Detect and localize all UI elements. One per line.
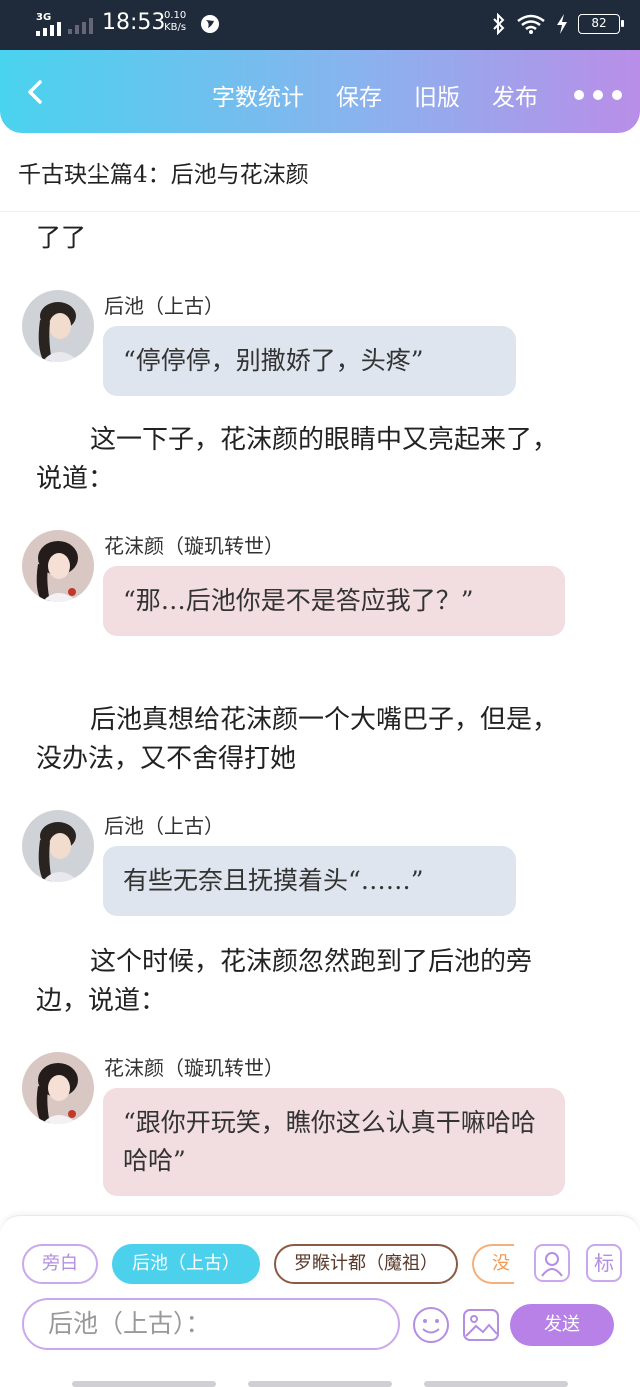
role-chip-narrator[interactable]: 旁白 bbox=[22, 1244, 98, 1284]
vpn-globe-icon bbox=[201, 15, 219, 33]
dialogue-item[interactable]: 花沫颜（璇玑转世） “跟你开玩笑，瞧你这么认真干嘛哈哈哈哈” bbox=[0, 1052, 640, 1202]
charging-icon bbox=[557, 14, 567, 34]
save-button[interactable]: 保存 bbox=[336, 78, 382, 112]
huamoyan-avatar bbox=[22, 530, 94, 602]
top-nav: 字数统计 保存 旧版 发布 bbox=[0, 50, 640, 133]
speaker-name: 后池（上古） bbox=[104, 814, 224, 838]
cut-off-text-fragments bbox=[110, 212, 510, 216]
bluetooth-icon bbox=[493, 13, 505, 35]
dialogue-bubble: 有些无奈且抚摸着头“……” bbox=[103, 846, 516, 916]
back-arrow-icon[interactable] bbox=[20, 76, 52, 108]
old-version-button[interactable]: 旧版 bbox=[414, 78, 460, 112]
clock: 18:53 bbox=[102, 10, 166, 35]
narration-text: 这一下子，花沫颜的眼睛中又亮起来了，说道： bbox=[36, 425, 559, 494]
dialogue-item[interactable]: 花沫颜（璇玑转世） “那…后池你是不是答应我了？” bbox=[0, 530, 640, 678]
speaker-name: 后池（上古） bbox=[104, 294, 224, 318]
dialogue-item[interactable]: 后池（上古） “停停停，别撒娇了，头疼” bbox=[0, 290, 640, 400]
speed-value: 0.10 bbox=[164, 10, 187, 21]
huamoyan-avatar bbox=[22, 1052, 94, 1124]
status-right: 82 bbox=[492, 13, 624, 35]
word-count-button[interactable]: 字数统计 bbox=[212, 78, 304, 112]
nav-gesture-bar[interactable] bbox=[248, 1381, 392, 1387]
status-bar: 3G 18:53 0.10 KB/s 82 bbox=[0, 0, 640, 50]
battery-level: 82 bbox=[578, 14, 624, 34]
dialogue-bubble: “跟你开玩笑，瞧你这么认真干嘛哈哈哈哈” bbox=[103, 1088, 565, 1196]
houchi-avatar bbox=[22, 810, 94, 882]
dialogue-input[interactable]: 后池（上古）： bbox=[22, 1298, 400, 1350]
send-button[interactable]: 发送 bbox=[510, 1304, 614, 1346]
speed-unit: KB/s bbox=[164, 22, 187, 33]
role-selector: 旁白 后池（上古） 罗睺计都（魔祖） 没 bbox=[22, 1244, 522, 1284]
story-content[interactable]: 了了 后池（上古） “停停停，别撒娇了，头疼” 这一下子，花沫颜的眼睛中又亮起来… bbox=[0, 212, 640, 1215]
narration-text: 这个时候，花沫颜忽然跑到了后池的旁边，说道： bbox=[36, 947, 533, 1016]
tag-button[interactable]: 标 bbox=[586, 1244, 622, 1282]
nav-gesture-bar[interactable] bbox=[72, 1381, 216, 1387]
input-panel: 旁白 后池（上古） 罗睺计都（魔祖） 没 标 后池（上古）： 发送 bbox=[0, 1215, 640, 1387]
nav-actions: 字数统计 保存 旧版 发布 bbox=[212, 78, 622, 112]
speaker-name: 花沫颜（璇玑转世） bbox=[104, 1056, 284, 1080]
network-speed: 0.10 KB/s bbox=[164, 10, 186, 34]
emoji-icon[interactable] bbox=[412, 1306, 450, 1344]
dialogue-item[interactable]: 后池（上古） 有些无奈且抚摸着头“……” bbox=[0, 810, 640, 920]
more-options-icon[interactable] bbox=[574, 90, 622, 100]
dialogue-bubble: “那…后池你是不是答应我了？” bbox=[103, 566, 565, 636]
narration-text: 了了 bbox=[36, 223, 87, 252]
signal-secondary-icon bbox=[68, 18, 93, 34]
publish-button[interactable]: 发布 bbox=[492, 78, 538, 112]
role-chip-luohou[interactable]: 罗睺计都（魔祖） bbox=[274, 1244, 458, 1284]
chapter-title: 千古玦尘篇4：后池与花沫颜 bbox=[18, 162, 309, 188]
narration-text: 后池真想给花沫颜一个大嘴巴子，但是，没办法，又不舍得打她 bbox=[36, 705, 559, 774]
speaker-name: 花沫颜（璇玑转世） bbox=[104, 534, 284, 558]
role-chip-partial[interactable]: 没 bbox=[472, 1244, 514, 1284]
role-chip-houchi[interactable]: 后池（上古） bbox=[112, 1244, 260, 1284]
character-profile-icon[interactable] bbox=[534, 1244, 570, 1282]
dialogue-bubble: “停停停，别撒娇了，头疼” bbox=[103, 326, 516, 396]
wifi-icon bbox=[517, 14, 545, 34]
nav-gesture-bar[interactable] bbox=[424, 1381, 568, 1387]
signal-icon bbox=[36, 22, 61, 36]
image-icon[interactable] bbox=[462, 1306, 500, 1344]
houchi-avatar bbox=[22, 290, 94, 362]
